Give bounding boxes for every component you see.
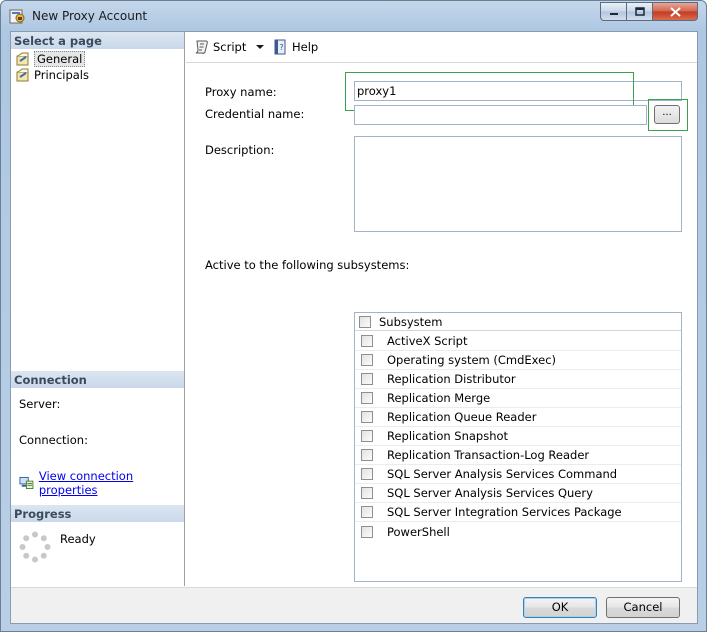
subsystem-label: Replication Queue Reader (387, 410, 537, 424)
view-connection-properties[interactable]: View connection properties (19, 469, 184, 497)
subsystem-checkbox[interactable] (361, 430, 373, 442)
subsystem-header-label: Subsystem (379, 314, 443, 329)
subsystem-label: Operating system (CmdExec) (387, 353, 557, 367)
page-item-principals[interactable]: Principals (15, 67, 89, 83)
subsystem-label: Replication Distributor (387, 372, 516, 386)
subsystem-row[interactable]: Replication Distributor (355, 370, 681, 389)
maximize-icon (634, 7, 645, 16)
subsystem-label: SQL Server Analysis Services Command (387, 467, 618, 481)
subsystem-label: Replication Merge (387, 391, 491, 405)
window-controls (600, 2, 698, 21)
subsystem-label: PowerShell (387, 524, 450, 539)
subsystem-checkbox[interactable] (361, 468, 373, 480)
credential-name-input[interactable] (354, 105, 647, 125)
help-icon: ? (274, 39, 286, 55)
view-connection-properties-link[interactable]: View connection properties (39, 469, 184, 497)
title-bar[interactable]: New Proxy Account (1, 1, 706, 31)
script-label: Script (213, 40, 247, 54)
progress-status-label: Ready (60, 532, 96, 546)
dialog-window: New Proxy Account Select a page General … (0, 0, 707, 632)
subsystem-row[interactable]: PowerShell (355, 522, 681, 541)
subsystem-checkbox[interactable] (361, 335, 373, 347)
subsystem-checkbox[interactable] (361, 487, 373, 499)
server-label: Server: (19, 397, 61, 411)
script-button[interactable]: Script (194, 39, 269, 55)
subsystem-checkbox[interactable] (361, 449, 373, 461)
proxy-name-label: Proxy name: (205, 85, 277, 99)
page-item-general[interactable]: General (15, 51, 86, 67)
subsystem-checkbox[interactable] (361, 354, 373, 366)
subsystem-row[interactable]: Replication Transaction-Log Reader (355, 446, 681, 465)
window-title: New Proxy Account (32, 9, 148, 23)
subsystem-checkbox[interactable] (361, 525, 373, 538)
connection-header: Connection (11, 371, 184, 388)
select-page-header: Select a page (11, 32, 184, 49)
minimize-button[interactable] (600, 2, 627, 21)
close-icon (669, 6, 681, 17)
subsystem-row[interactable]: Replication Snapshot (355, 427, 681, 446)
connection-properties-icon (19, 476, 34, 490)
progress-header: Progress (11, 505, 184, 522)
dialog-footer: OK Cancel (11, 587, 697, 623)
page-icon (16, 52, 29, 66)
subsystem-checkbox[interactable] (361, 373, 373, 385)
subsystem-label: SQL Server Integration Services Package (387, 505, 622, 519)
browse-credential-button[interactable]: ... (654, 105, 680, 124)
cancel-button[interactable]: Cancel (606, 597, 680, 618)
subsystem-row[interactable]: ActiveX Script (355, 332, 681, 351)
subsystem-row[interactable]: SQL Server Analysis Services Query (355, 484, 681, 503)
ok-button[interactable]: OK (523, 597, 597, 618)
subsystem-label: Replication Transaction-Log Reader (387, 448, 590, 462)
subsystem-checkbox[interactable] (361, 411, 373, 423)
help-button[interactable]: ? Help (273, 39, 318, 55)
help-label: Help (292, 40, 319, 54)
connection-label: Connection: (19, 433, 88, 447)
svg-text:?: ? (279, 43, 283, 52)
progress-status: Ready (19, 531, 96, 563)
subsystem-row[interactable]: Operating system (CmdExec) (355, 351, 681, 370)
minimize-icon (609, 12, 618, 15)
progress-spinner-icon (19, 531, 51, 563)
proxy-name-input[interactable]: proxy1 (354, 81, 682, 101)
subsystems-label: Active to the following subsystems: (205, 258, 410, 272)
close-button[interactable] (653, 2, 698, 21)
maximize-button[interactable] (627, 2, 653, 21)
subsystem-column-header: Subsystem (355, 313, 681, 331)
subsystem-row[interactable]: SQL Server Integration Services Package (355, 503, 681, 522)
page-item-label: General (34, 51, 86, 67)
description-input[interactable] (354, 136, 682, 232)
credential-name-label: Credential name: (205, 107, 305, 121)
select-all-subsystems-checkbox[interactable] (359, 315, 371, 328)
dialog-client-area: Select a page General Principals Connect… (10, 31, 698, 624)
subsystem-label: SQL Server Analysis Services Query (387, 486, 593, 500)
subsystem-row[interactable]: Replication Queue Reader (355, 408, 681, 427)
script-icon (195, 40, 208, 54)
subsystem-label: Replication Snapshot (387, 429, 509, 443)
description-label: Description: (205, 143, 275, 157)
left-pane: Select a page General Principals Connect… (11, 32, 185, 586)
subsystem-label: ActiveX Script (387, 334, 468, 348)
general-page-form: Proxy name: proxy1 Credential name: ... … (186, 64, 697, 586)
subsystem-checkbox[interactable] (361, 392, 373, 404)
subsystems-grid: Subsystem ActiveX Script Operating syste… (354, 312, 682, 582)
chevron-down-icon[interactable] (254, 42, 266, 52)
toolbar: Script ? Help (186, 32, 697, 63)
subsystem-checkbox[interactable] (361, 506, 373, 518)
page-icon (16, 68, 29, 82)
proxy-account-icon (9, 9, 25, 24)
subsystem-row[interactable]: Replication Merge (355, 389, 681, 408)
subsystem-row[interactable]: SQL Server Analysis Services Command (355, 465, 681, 484)
page-item-label: Principals (34, 68, 89, 82)
